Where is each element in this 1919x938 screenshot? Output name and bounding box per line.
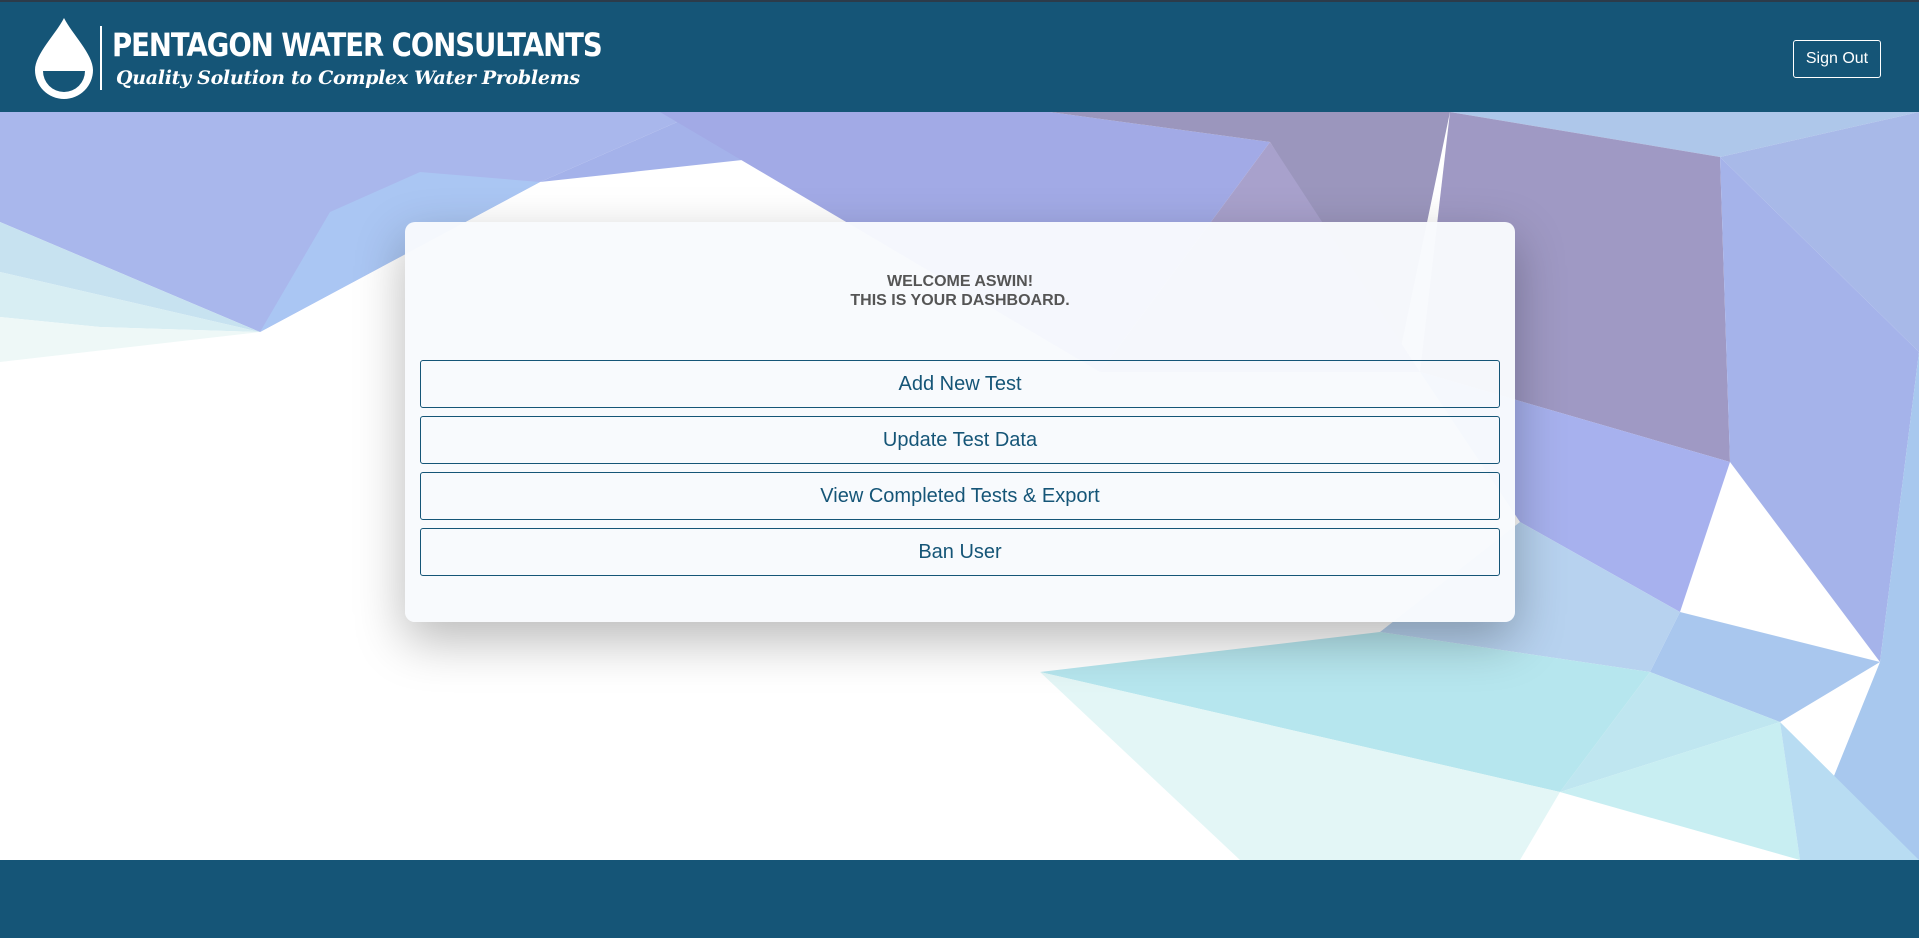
ban-user-button[interactable]: Ban User xyxy=(420,528,1500,576)
welcome-line-1: WELCOME ASWIN! xyxy=(886,273,1034,290)
logo-text: PENTAGON WATER CONSULTANTS Quality Solut… xyxy=(112,25,681,91)
sign-out-button[interactable]: Sign Out xyxy=(1793,40,1881,78)
header: PENTAGON WATER CONSULTANTS Quality Solut… xyxy=(0,0,1919,112)
logo-divider xyxy=(100,26,102,90)
add-new-test-button[interactable]: Add New Test xyxy=(420,360,1500,408)
welcome-message: WELCOME ASWIN! THIS IS YOUR DASHBOARD. xyxy=(405,272,1515,310)
water-drop-icon xyxy=(35,18,93,99)
logo[interactable]: PENTAGON WATER CONSULTANTS Quality Solut… xyxy=(34,16,681,100)
view-completed-tests-export-button[interactable]: View Completed Tests & Export xyxy=(420,472,1500,520)
update-test-data-button[interactable]: Update Test Data xyxy=(420,416,1500,464)
brand-name: PENTAGON WATER CONSULTANTS xyxy=(112,26,603,64)
welcome-line-2: THIS IS YOUR DASHBOARD. xyxy=(850,292,1070,309)
footer xyxy=(0,860,1919,938)
brand-tagline: Quality Solution to Complex Water Proble… xyxy=(116,67,580,89)
dashboard-card: WELCOME ASWIN! THIS IS YOUR DASHBOARD. A… xyxy=(405,222,1515,622)
